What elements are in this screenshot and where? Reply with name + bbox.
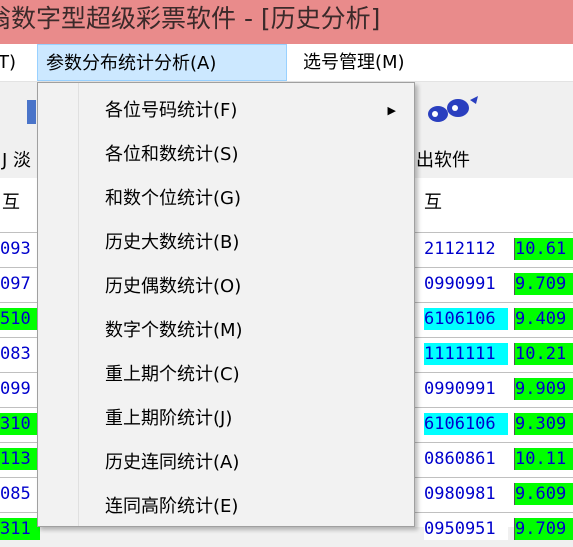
menu-select-management[interactable]: 选号管理(M) <box>297 44 405 81</box>
row-id: 311 <box>0 518 40 540</box>
menu-previous[interactable]: T) <box>0 44 28 81</box>
row-score: 9.309 <box>514 413 573 435</box>
column-header-code[interactable]: 互 <box>424 188 442 214</box>
row-score: 10.21 <box>514 343 573 365</box>
row-id: 099 <box>0 379 31 399</box>
row-code: 0980981 <box>424 483 508 505</box>
toolbar-label-left: J 淡 <box>2 150 32 171</box>
menu-item-position-sum[interactable]: 各位和数统计(S) <box>38 133 414 177</box>
menu-item-even-numbers[interactable]: 历史偶数统计(O) <box>38 265 414 309</box>
row-id: 113 <box>0 448 40 470</box>
menu-item-label: 各位号码统计(F) <box>105 100 238 121</box>
submenu-arrow-icon: ▶ <box>387 104 396 117</box>
menu-bar: T) 参数分布统计分析(A) 选号管理(M) <box>0 44 573 82</box>
row-id: 510 <box>0 308 40 330</box>
row-code: 1111111 <box>424 343 508 365</box>
menu-item-sum-units[interactable]: 和数个位统计(G) <box>38 177 414 221</box>
row-id: 097 <box>0 274 31 294</box>
parameter-analysis-dropdown: 各位号码统计(F) ▶ 各位和数统计(S) 和数个位统计(G) 历史大数统计(B… <box>37 82 415 527</box>
menu-item-repeat-last-count[interactable]: 重上期个统计(C) <box>38 353 414 397</box>
menu-item-digit-count[interactable]: 数字个数统计(M) <box>38 309 414 353</box>
row-score: 9.409 <box>514 308 573 330</box>
row-id: 083 <box>0 344 31 364</box>
row-id: 310 <box>0 413 40 435</box>
eyes-icon[interactable] <box>422 94 482 128</box>
column-header-left[interactable]: 互 <box>2 188 20 214</box>
menu-item-position-numbers[interactable]: 各位号码统计(F) ▶ <box>38 89 414 133</box>
menu-parameter-analysis[interactable]: 参数分布统计分析(A) <box>37 44 287 81</box>
row-score: 9.609 <box>514 483 573 505</box>
row-code: 6106106 <box>424 308 508 330</box>
menu-item-repeat-last-order[interactable]: 重上期阶统计(J) <box>38 397 414 441</box>
row-score: 10.11 <box>514 448 573 470</box>
row-code: 0990991 <box>424 273 508 295</box>
menu-item-large-numbers[interactable]: 历史大数统计(B) <box>38 221 414 265</box>
row-code: 0860861 <box>424 448 508 470</box>
row-code: 2112112 <box>424 238 508 260</box>
window-title: 翁数字型超级彩票软件 - [历史分析] <box>0 0 573 44</box>
row-code: 0990991 <box>424 378 508 400</box>
toolbar-label-exit[interactable]: 出软件 <box>416 146 470 172</box>
toolbar-icon[interactable] <box>27 100 36 124</box>
row-id: 085 <box>0 484 31 504</box>
row-score: 9.909 <box>514 378 573 400</box>
row-score: 9.709 <box>514 518 573 540</box>
menu-item-history-consecutive[interactable]: 历史连同统计(A) <box>38 441 414 485</box>
row-code: 0950951 <box>424 518 508 540</box>
row-code: 6106106 <box>424 413 508 435</box>
row-id: 093 <box>0 239 31 259</box>
row-score: 10.61 <box>514 238 573 260</box>
row-score: 9.709 <box>514 273 573 295</box>
menu-item-consecutive-high[interactable]: 连同高阶统计(E) <box>38 485 414 529</box>
